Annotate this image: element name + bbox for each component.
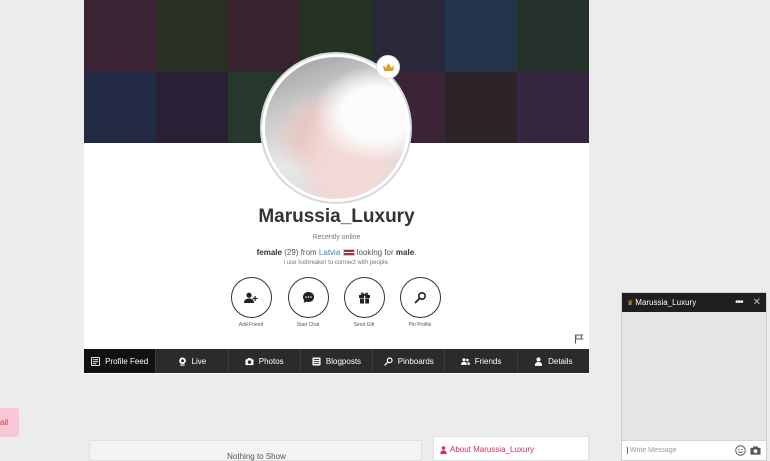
tab-friends[interactable]: Friends [445,349,518,373]
icebreaker-text: I use Icebreaker to connect with people. [283,260,390,266]
report-flag-icon[interactable] [574,334,584,344]
side-tab-label: ail [0,418,9,427]
tab-blogposts[interactable]: Blogposts [301,349,374,373]
cover-tile [516,71,589,143]
crown-icon [376,55,400,79]
tab-label: Pinboards [397,356,434,366]
profile-username: Marussia_Luxury [258,206,415,227]
tab-label: Details [548,356,573,366]
pin-icon [399,277,441,318]
camera-icon[interactable] [750,445,761,456]
about-panel: About Marussia_Luxury [433,436,589,461]
looking-text: looking for [356,248,394,257]
about-title-text: About Marussia_Luxury [450,445,535,454]
friends-icon [460,357,470,365]
country-link[interactable]: Latvia [319,248,340,257]
pin-profile-label: Pin Profile [408,322,432,328]
webcam-icon [178,356,186,366]
online-status: Recently online [312,234,361,241]
cover-tile [444,0,517,72]
profile-card: Marussia_Luxury Recently online female (… [84,0,589,374]
tab-label: Friends [474,356,502,366]
camera-icon [245,357,254,365]
close-icon[interactable]: ✕ [753,297,761,308]
add-friend-label: Add Friend [238,322,264,328]
emoji-icon[interactable] [735,445,746,456]
cover-tile [156,71,229,143]
age-text: (29) [284,248,299,257]
tab-photos[interactable]: Photos [229,349,301,373]
feed-empty-text: Nothing to Show [227,452,286,461]
user-icon [440,445,447,454]
tab-label: Profile Feed [105,356,149,366]
cover-tile [84,71,157,143]
user-icon [534,356,543,366]
chat-messages [622,312,766,442]
about-title: About Marussia_Luxury [440,445,534,454]
gift-icon [343,277,385,318]
chat-header[interactable]: ♛ Marussia_Luxury ••• ✕ [622,293,766,312]
chat-window: ♛ Marussia_Luxury ••• ✕ [621,292,767,461]
chat-title: Marussia_Luxury [635,298,697,307]
start-chat-button[interactable]: Start Chat [278,277,338,328]
cover-tile [444,71,517,143]
cover-tile [516,0,589,72]
tab-details[interactable]: Details [518,349,589,373]
add-friend-icon [230,277,272,318]
send-gift-label: Send Gift [353,322,375,328]
tab-label: Photos [258,356,284,366]
cover-tile [84,0,157,72]
crown-icon: ♛ [627,299,634,307]
tab-label: Blogposts [325,356,362,366]
cover-tile [228,0,301,72]
cover-tile [156,0,229,72]
tab-pinboards[interactable]: Pinboards [373,349,446,373]
side-notification-tab[interactable]: ail [0,408,19,437]
add-friend-button[interactable]: Add Friend [221,277,281,328]
pin-icon [384,356,393,366]
more-options-icon[interactable]: ••• [735,297,743,308]
gender-text: female [256,248,282,257]
pin-profile-button[interactable]: Pin Profile [390,277,450,328]
tab-profile-feed[interactable]: Profile Feed [84,349,157,373]
looking-for-text: male [395,248,415,257]
from-text: from [300,248,317,257]
profile-summary: female (29) from Latvia looking for male… [256,248,417,257]
message-input[interactable] [627,447,731,454]
tab-live[interactable]: Live [156,349,229,373]
start-chat-label: Start Chat [296,322,320,328]
tab-label: Live [191,356,207,366]
profile-tabs: Profile Feed Live Photos Blogposts Pinbo… [84,349,589,373]
profile-feed-panel: Nothing to Show [89,440,422,461]
send-gift-button[interactable]: Send Gift [334,277,394,328]
chat-input-bar [622,440,766,460]
chat-bubble-icon [287,277,329,318]
feed-icon [91,356,101,366]
latvia-flag-icon [342,249,355,256]
blog-icon [312,356,321,366]
